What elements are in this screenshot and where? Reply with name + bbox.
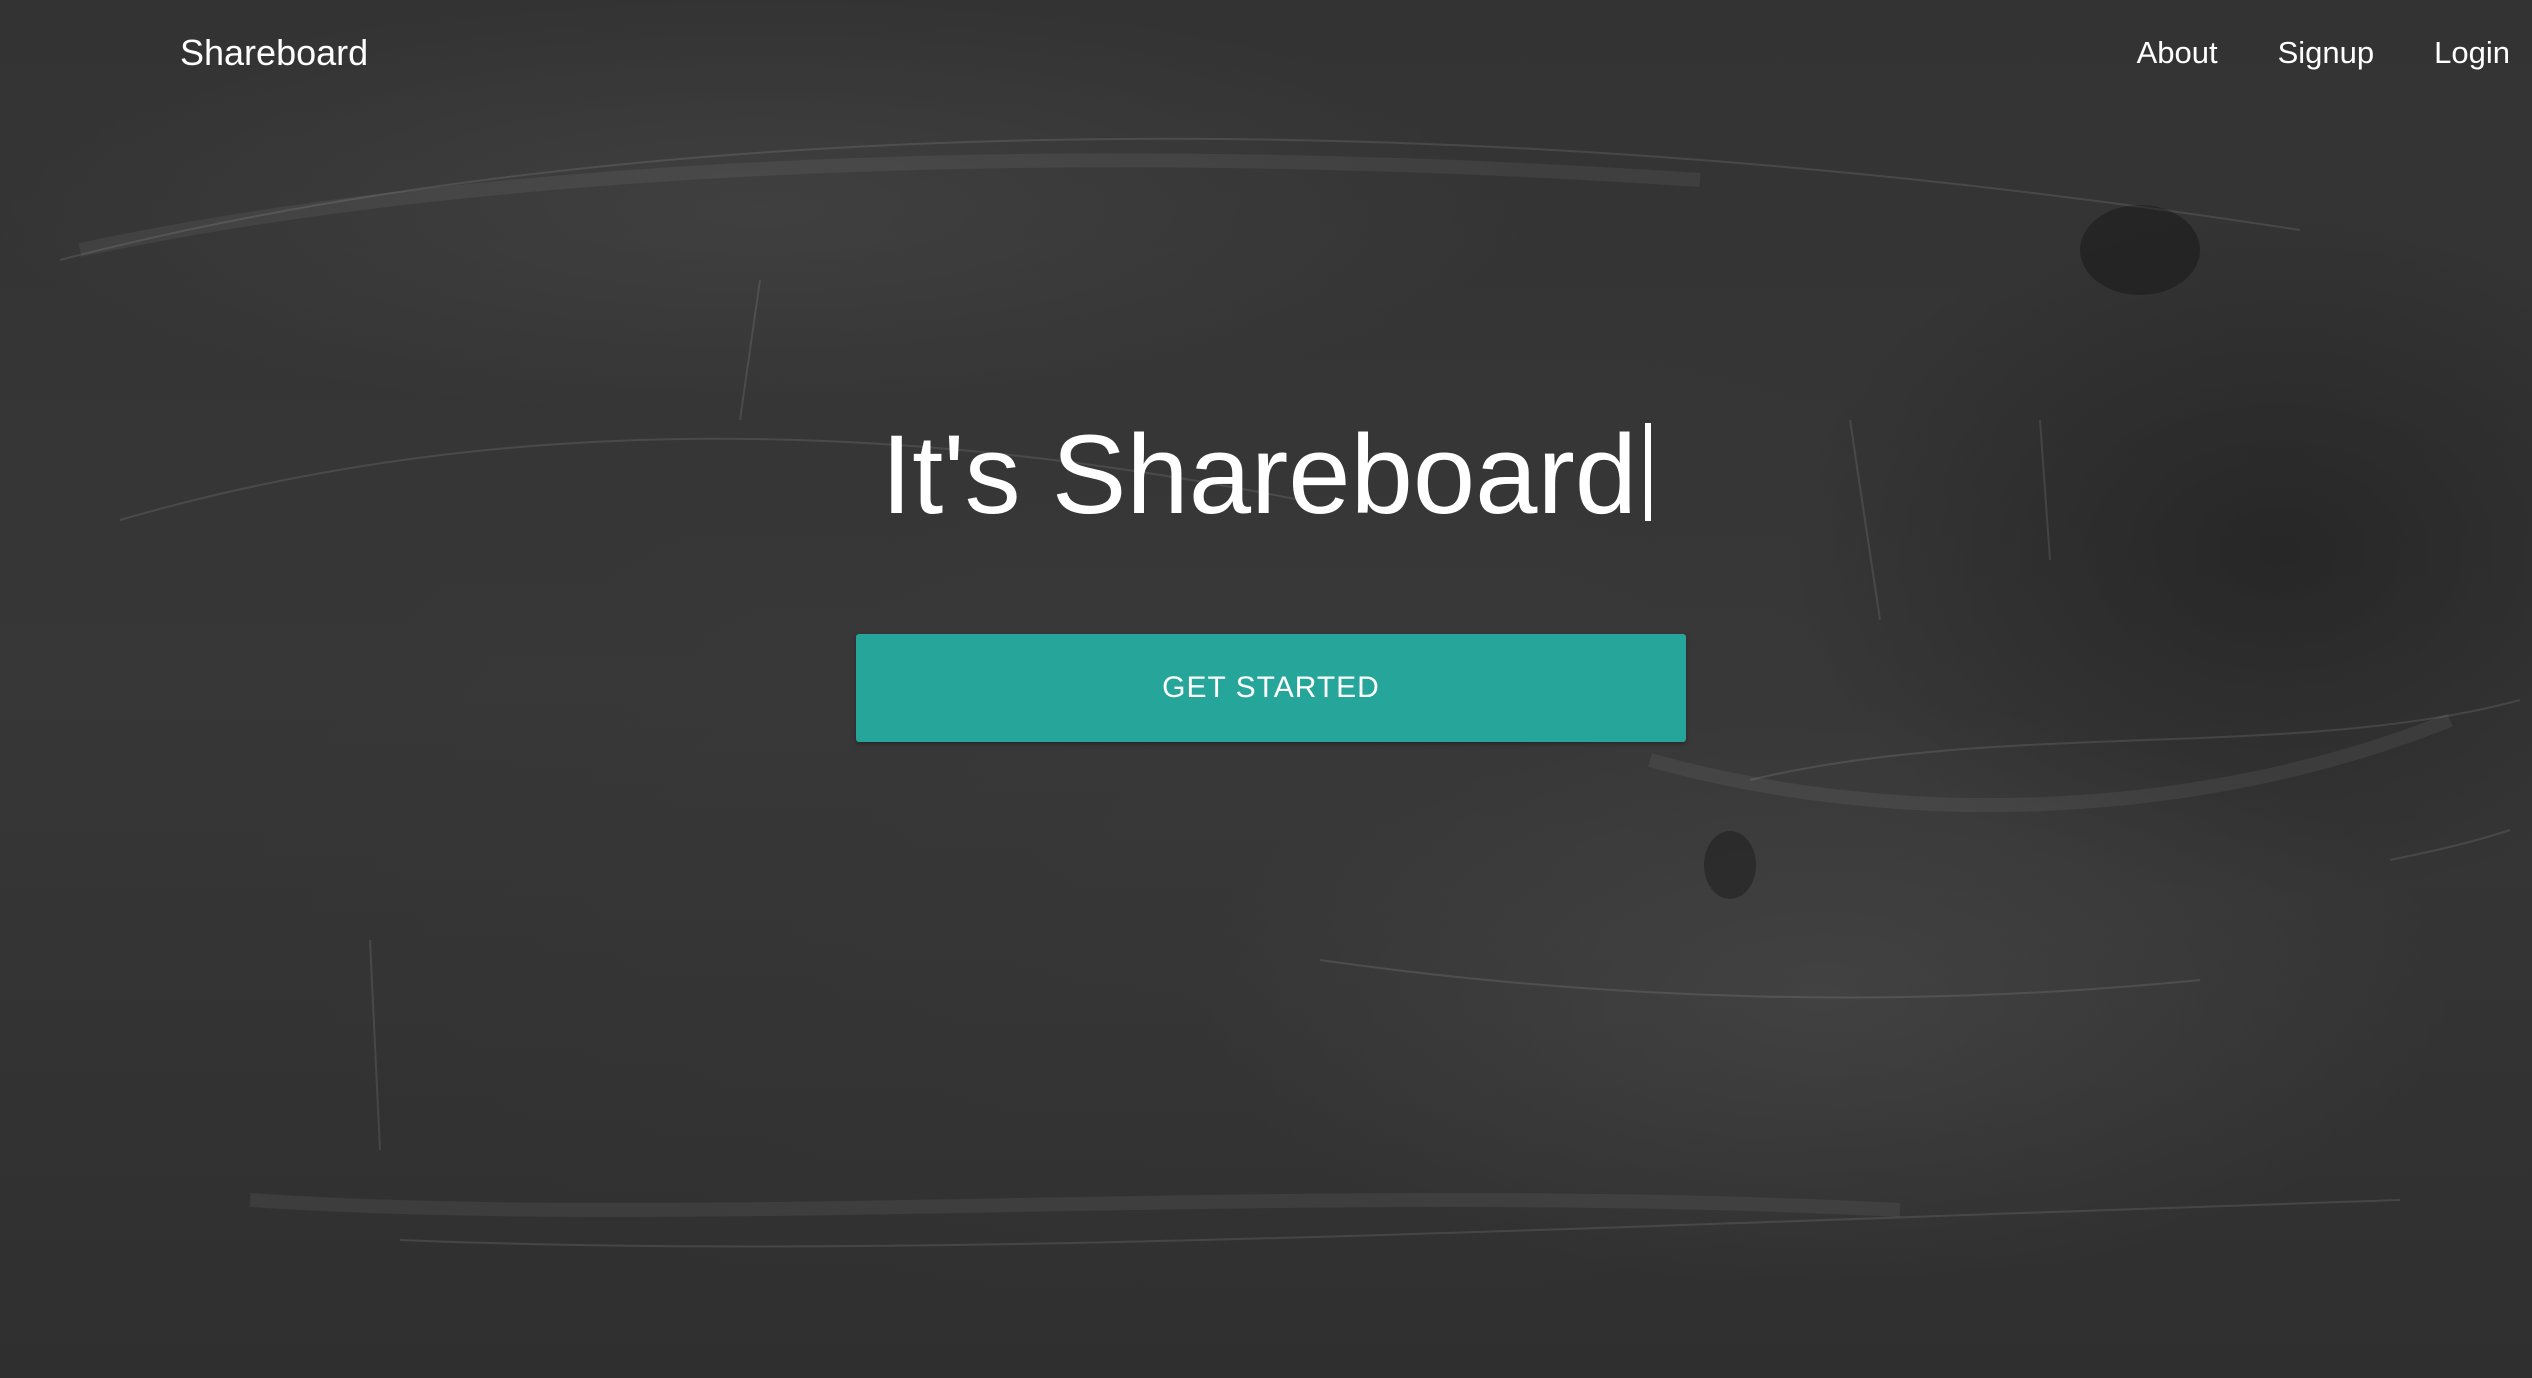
nav-links: About Signup Login — [2077, 32, 2510, 74]
top-navbar: Shareboard About Signup Login — [0, 0, 2532, 108]
nav-link-signup[interactable]: Signup — [2278, 32, 2375, 74]
hero-title: It's Shareboard — [0, 405, 2532, 545]
nav-link-login[interactable]: Login — [2434, 32, 2510, 74]
get-started-button[interactable]: GET STARTED — [856, 634, 1686, 742]
hero-title-text: It's Shareboard — [880, 412, 1638, 537]
typing-cursor — [1645, 423, 1652, 521]
brand-logo-link[interactable]: Shareboard — [180, 30, 368, 76]
nav-link-about[interactable]: About — [2137, 32, 2218, 74]
